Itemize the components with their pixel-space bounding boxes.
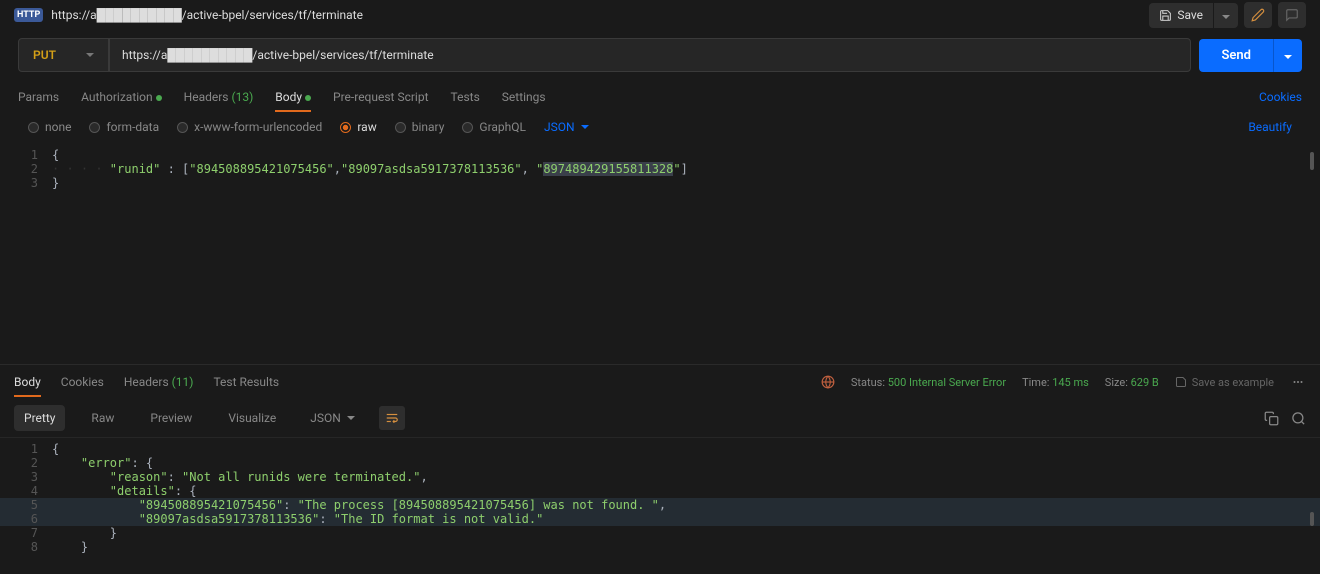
radio-urlencoded[interactable]: x-www-form-urlencoded: [177, 120, 322, 134]
view-preview[interactable]: Preview: [140, 405, 202, 431]
tab-body[interactable]: Body: [275, 84, 311, 110]
pencil-icon: [1251, 8, 1265, 22]
radio-icon: [340, 122, 351, 133]
status-dot-icon: [305, 95, 311, 101]
save-dropdown[interactable]: [1213, 3, 1238, 28]
response-view-row: Pretty Raw Preview Visualize JSON: [0, 399, 1320, 438]
wrap-icon: [385, 411, 399, 425]
send-button[interactable]: Send: [1199, 39, 1273, 72]
tab-headers[interactable]: Headers (13): [184, 84, 254, 110]
response-tabs: Body Cookies Headers (11) Test Results S…: [0, 365, 1320, 399]
wrap-lines-button[interactable]: [379, 406, 405, 430]
globe-error-icon[interactable]: [821, 375, 835, 389]
chevron-down-icon: [1222, 15, 1230, 19]
radio-icon: [89, 122, 100, 133]
method-label: PUT: [33, 48, 56, 62]
comment-icon: [1285, 8, 1299, 22]
tab-params[interactable]: Params: [18, 84, 59, 110]
search-icon[interactable]: [1291, 411, 1306, 426]
chevron-down-icon: [86, 53, 94, 57]
view-raw[interactable]: Raw: [81, 405, 124, 431]
radio-icon: [177, 122, 188, 133]
view-visualize[interactable]: Visualize: [218, 405, 286, 431]
body-lang-select[interactable]: JSON: [544, 120, 589, 134]
copy-icon[interactable]: [1264, 411, 1279, 426]
save-icon: [1175, 376, 1187, 388]
save-label: Save: [1177, 8, 1203, 22]
more-icon[interactable]: [1290, 376, 1306, 388]
tab-authorization[interactable]: Authorization: [81, 84, 162, 110]
response-lang-select[interactable]: JSON: [302, 407, 363, 429]
tab-settings[interactable]: Settings: [502, 84, 546, 110]
http-badge-icon: HTTP: [14, 8, 43, 22]
method-select[interactable]: PUT: [18, 38, 109, 72]
save-icon: [1159, 9, 1172, 22]
send-button-group: Send: [1199, 39, 1302, 72]
resp-tab-cookies[interactable]: Cookies: [61, 371, 104, 393]
status-dot-icon: [156, 95, 162, 101]
save-button-group: Save: [1149, 3, 1238, 28]
scrollbar[interactable]: [1310, 512, 1314, 526]
radio-icon: [395, 122, 406, 133]
cookies-link[interactable]: Cookies: [1259, 90, 1302, 104]
save-as-example[interactable]: Save as example: [1175, 376, 1274, 389]
send-dropdown[interactable]: [1273, 39, 1302, 72]
radio-formdata[interactable]: form-data: [89, 120, 159, 134]
comment-button[interactable]: [1278, 2, 1306, 28]
tab-prerequest[interactable]: Pre-request Script: [333, 84, 428, 110]
edit-button[interactable]: [1244, 2, 1272, 28]
beautify-link[interactable]: Beautify: [1248, 120, 1292, 134]
radio-binary[interactable]: binary: [395, 120, 445, 134]
url-input[interactable]: https://a██████████/active-bpel/services…: [109, 38, 1192, 72]
radio-raw[interactable]: raw: [340, 120, 376, 134]
radio-graphql[interactable]: GraphQL: [462, 120, 526, 134]
resp-tab-headers[interactable]: Headers (11): [124, 371, 194, 393]
resp-tab-body[interactable]: Body: [14, 371, 41, 393]
tab-bar: HTTP https://a██████████/active-bpel/ser…: [0, 0, 1320, 30]
request-row: PUT https://a██████████/active-bpel/serv…: [0, 30, 1320, 80]
request-tab-title[interactable]: https://a██████████/active-bpel/services…: [51, 8, 363, 22]
chevron-down-icon: [347, 416, 355, 420]
radio-icon: [28, 122, 39, 133]
resp-tab-tests[interactable]: Test Results: [213, 371, 279, 393]
request-tabs: Params Authorization Headers (13) Body P…: [0, 80, 1320, 110]
body-type-row: none form-data x-www-form-urlencoded raw…: [0, 110, 1320, 144]
response-meta: Status: 500 Internal Server Error Time: …: [821, 375, 1306, 389]
scrollbar[interactable]: [1310, 152, 1314, 170]
chevron-down-icon: [1284, 55, 1292, 59]
radio-icon: [462, 122, 473, 133]
radio-none[interactable]: none: [28, 120, 71, 134]
save-button[interactable]: Save: [1149, 3, 1213, 28]
chevron-down-icon: [581, 125, 589, 129]
response-body-editor[interactable]: 1{ 2 "error": { 3 "reason": "Not all run…: [0, 438, 1320, 558]
tab-tests[interactable]: Tests: [451, 84, 480, 110]
view-pretty[interactable]: Pretty: [14, 405, 65, 431]
request-body-editor[interactable]: 1{ 2· · · · "runid" : ["8945088954210754…: [0, 144, 1320, 194]
